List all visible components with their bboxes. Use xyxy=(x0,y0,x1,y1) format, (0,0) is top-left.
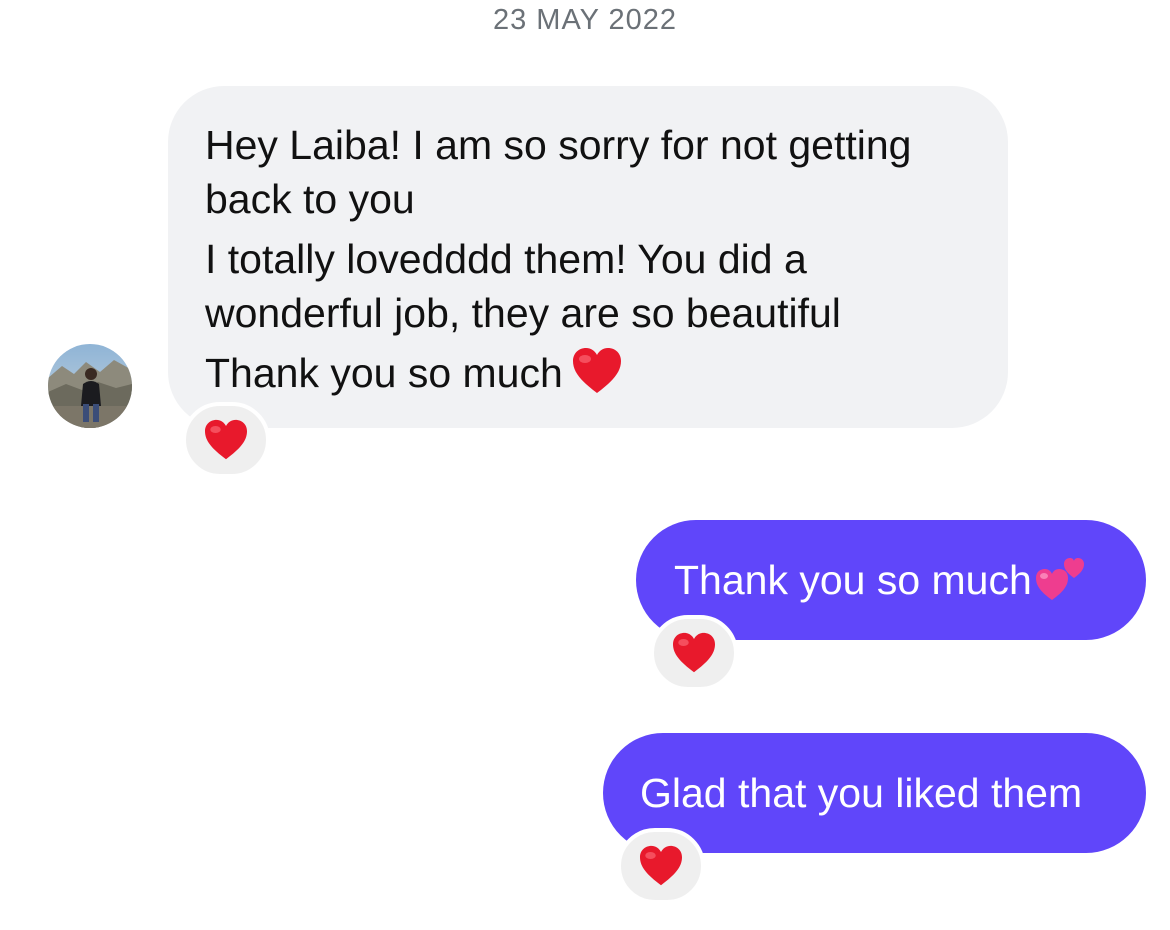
message-reaction[interactable] xyxy=(182,402,270,478)
date-separator: 23 MAY 2022 xyxy=(492,4,678,36)
two-hearts-icon xyxy=(1034,552,1090,604)
message-line: wonderful job, they are so beautiful xyxy=(205,290,841,336)
red-heart-icon xyxy=(638,845,684,887)
message-reaction[interactable] xyxy=(617,828,705,904)
message-line: Thank you so much xyxy=(205,350,563,396)
message-line: I totally lovedddd them! You did a xyxy=(205,236,807,282)
red-heart-icon xyxy=(671,632,717,674)
red-heart-icon xyxy=(203,419,249,461)
message-text: Thank you so much xyxy=(674,557,1032,603)
red-heart-icon xyxy=(571,347,623,395)
message-line: Hey Laiba! I am so sorry for not getting xyxy=(205,122,912,168)
incoming-message-bubble[interactable]: Hey Laiba! I am so sorry for not getting… xyxy=(168,86,1008,428)
message-reaction[interactable] xyxy=(650,615,738,691)
message-text: Glad that you liked them xyxy=(640,770,1083,816)
message-line: back to you xyxy=(205,176,415,222)
avatar-photo-icon xyxy=(48,344,132,428)
contact-avatar[interactable] xyxy=(48,344,132,428)
